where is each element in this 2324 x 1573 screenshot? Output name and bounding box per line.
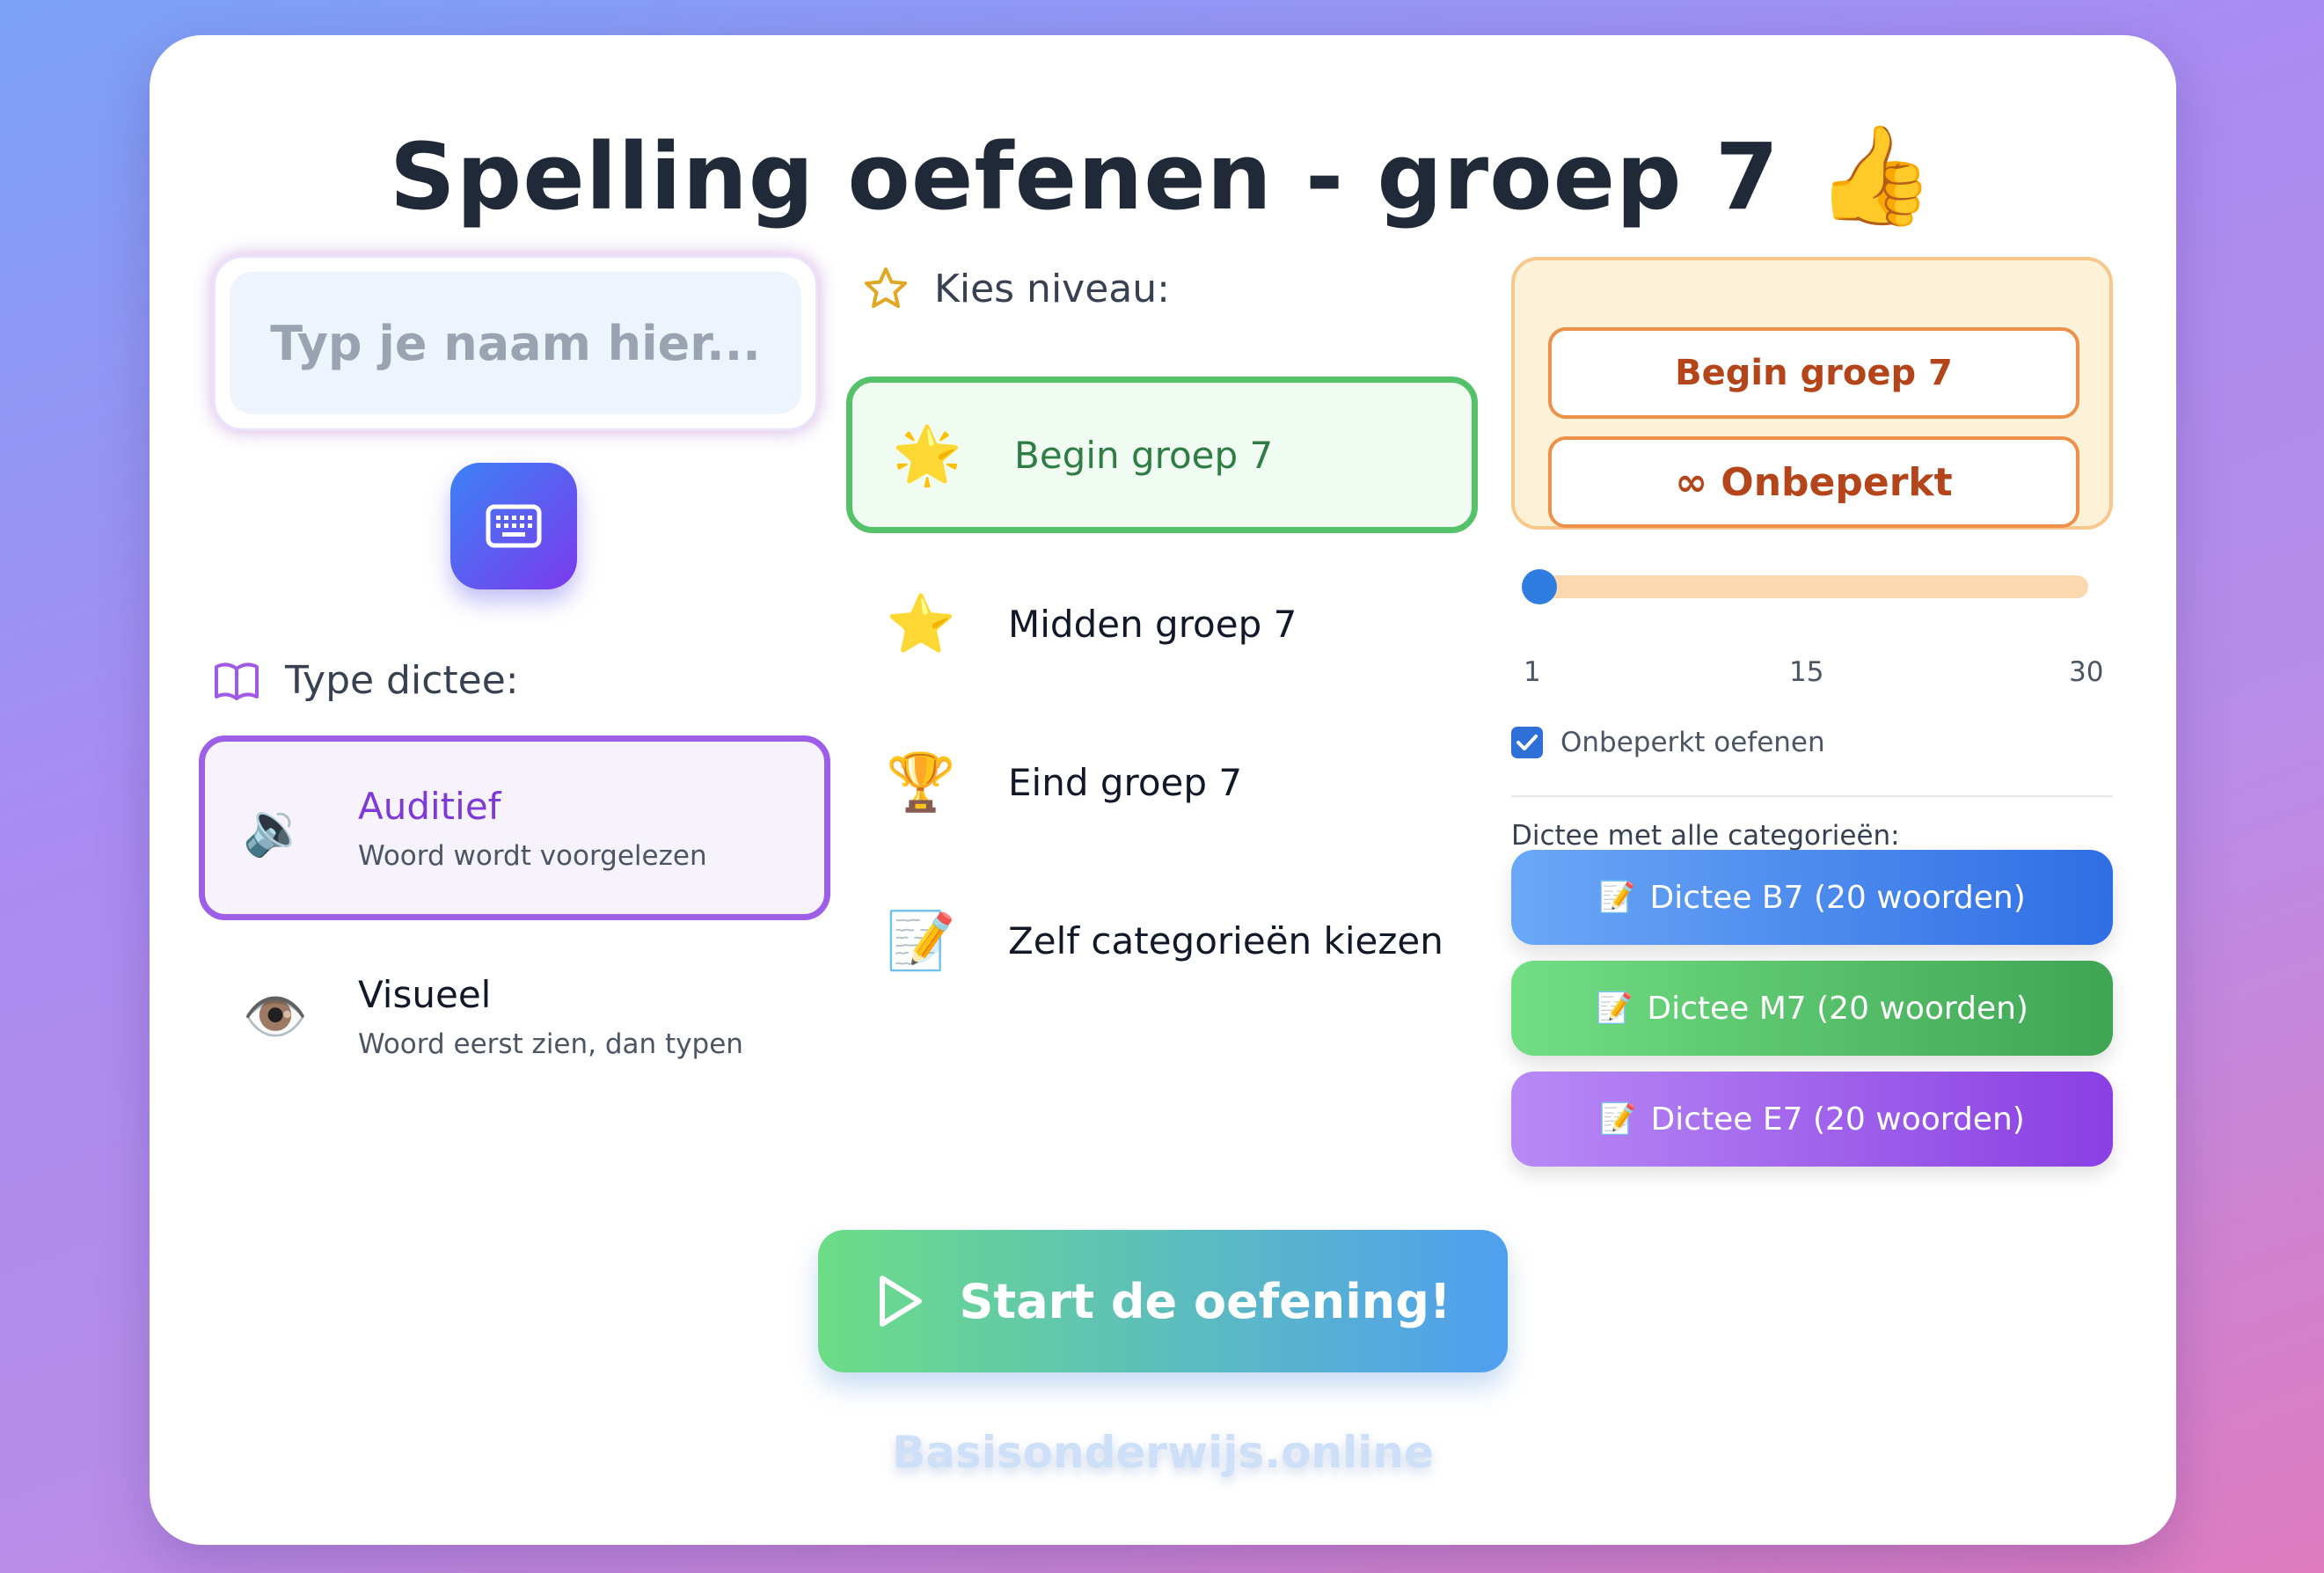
memo-icon: 📝 [1598, 880, 1636, 915]
dictee-b7-button[interactable]: 📝 Dictee B7 (20 woorden) [1511, 850, 2113, 945]
slider-mid-label: 15 [1789, 656, 1824, 688]
level-option-zelf[interactable]: 📝 Zelf categorieën kiezen [846, 862, 1478, 1019]
unlimited-checkbox[interactable] [1511, 727, 1543, 758]
divider [1511, 795, 2113, 797]
selection-summary: Begin groep 7 ∞ Onbeperkt [1511, 257, 2113, 530]
unlimited-checkbox-row[interactable]: Onbeperkt oefenen [1511, 727, 1825, 758]
trophy-icon: 🏆 [886, 750, 956, 816]
memo-icon: 📝 [886, 908, 956, 974]
keyboard-button[interactable] [450, 463, 577, 589]
slider-thumb[interactable] [1522, 569, 1557, 604]
page-title: Spelling oefenen - groep 7 👍 [389, 119, 1937, 231]
speaker-icon: 🔉 [242, 797, 309, 860]
level-option-midden[interactable]: ⭐ Midden groep 7 [846, 545, 1478, 702]
glowing-star-icon: 🌟 [892, 422, 962, 488]
main-card: Spelling oefenen - groep 7👍 Type dictee:… [150, 35, 2176, 1545]
dictation-option-visueel[interactable]: 👁️ Visueel Woord eerst zien, dan typen [199, 924, 830, 1108]
book-open-icon [213, 662, 260, 700]
level-option-eind[interactable]: 🏆 Eind groep 7 [846, 704, 1478, 860]
eye-icon: 👁️ [242, 985, 309, 1048]
footer-brand: Basisonderwijs.online [892, 1427, 1434, 1478]
memo-icon: 📝 [1596, 991, 1633, 1026]
thumbs-up-icon: 👍 [1815, 119, 1937, 231]
name-input[interactable] [230, 272, 801, 414]
star-icon: ⭐ [886, 591, 956, 657]
dictee-e7-button[interactable]: 📝 Dictee E7 (20 woorden) [1511, 1072, 2113, 1167]
dictee-m7-button[interactable]: 📝 Dictee M7 (20 woorden) [1511, 961, 2113, 1056]
checkmark-icon [1516, 735, 1538, 750]
slider-max-label: 30 [2069, 656, 2104, 688]
dictee-label: Dictee met alle categorieën: [1511, 820, 1900, 852]
play-icon [879, 1276, 922, 1327]
word-count-slider[interactable] [1522, 569, 2088, 604]
name-field-wrapper [213, 255, 818, 431]
level-label: Kies niveau: [862, 266, 1170, 311]
dictation-option-auditief[interactable]: 🔉 Auditief Woord wordt voorgelezen [199, 735, 830, 920]
slider-min-label: 1 [1524, 656, 1541, 688]
level-option-begin[interactable]: 🌟 Begin groep 7 [846, 377, 1478, 533]
memo-icon: 📝 [1599, 1101, 1637, 1137]
start-button[interactable]: Start de oefening! [818, 1230, 1508, 1372]
keyboard-icon [486, 504, 542, 548]
word-count-button[interactable]: ∞ Onbeperkt [1548, 436, 2079, 528]
group-summary-button[interactable]: Begin groep 7 [1548, 327, 2079, 419]
dictation-type-label: Type dictee: [213, 658, 519, 703]
star-outline-icon [862, 266, 910, 311]
